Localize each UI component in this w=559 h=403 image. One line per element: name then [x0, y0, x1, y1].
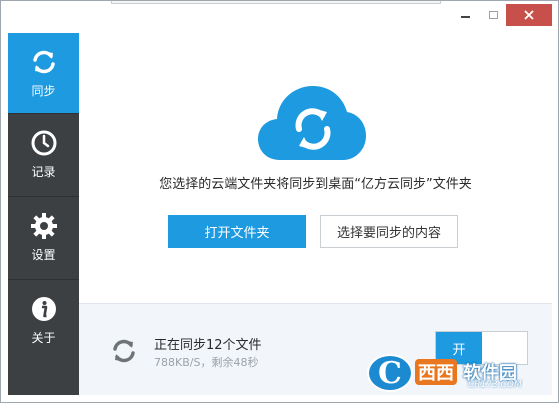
minimize-icon	[460, 16, 470, 18]
close-button[interactable]	[506, 4, 552, 26]
info-icon	[31, 297, 56, 321]
sidebar-item-label: 同步	[31, 83, 56, 98]
title-bar	[1, 1, 558, 33]
maximize-button[interactable]	[480, 4, 506, 26]
watermark-name: 西西	[415, 359, 457, 385]
sidebar-item-log[interactable]: 记录	[8, 113, 79, 195]
maximize-icon	[488, 11, 498, 19]
sync-status-title: 正在同步12个文件	[154, 338, 262, 353]
sidebar-item-settings[interactable]: 设置	[8, 196, 79, 278]
app-window: 同步 记录 设置 关于 您选择的云端文件夹将同步到桌面“亿方云同步”文件夹 打开…	[0, 0, 559, 403]
sidebar-item-about[interactable]: 关于	[8, 279, 79, 361]
watermark-logo: C 西西 软件园 CR173.COM	[363, 352, 543, 396]
choose-sync-content-button[interactable]: 选择要同步的内容	[320, 215, 458, 248]
watermark-url: CR173.COM	[468, 380, 522, 390]
sidebar: 同步 记录 设置 关于	[8, 33, 79, 395]
open-folder-button[interactable]: 打开文件夹	[168, 215, 306, 248]
watermark-c-logo: C	[367, 354, 413, 392]
main-panel: 您选择的云端文件夹将同步到桌面“亿方云同步”文件夹 打开文件夹 选择要同步的内容…	[79, 33, 552, 395]
gear-icon	[30, 213, 57, 239]
clock-icon	[31, 130, 56, 156]
sync-status-speed: 788KB/S，剩余48秒	[154, 356, 259, 369]
close-icon	[524, 10, 534, 20]
sidebar-item-sync[interactable]: 同步	[8, 33, 79, 113]
title-bar-strip	[111, 1, 441, 4]
sync-icon	[32, 50, 55, 73]
sidebar-item-label: 记录	[31, 165, 56, 179]
cloud-sync-icon	[258, 86, 366, 160]
sync-icon	[113, 339, 135, 363]
sidebar-item-label: 设置	[31, 248, 56, 262]
minimize-button[interactable]	[452, 4, 478, 26]
sync-description: 您选择的云端文件夹将同步到桌面“亿方云同步”文件夹	[159, 177, 472, 192]
sidebar-item-label: 关于	[31, 331, 56, 345]
